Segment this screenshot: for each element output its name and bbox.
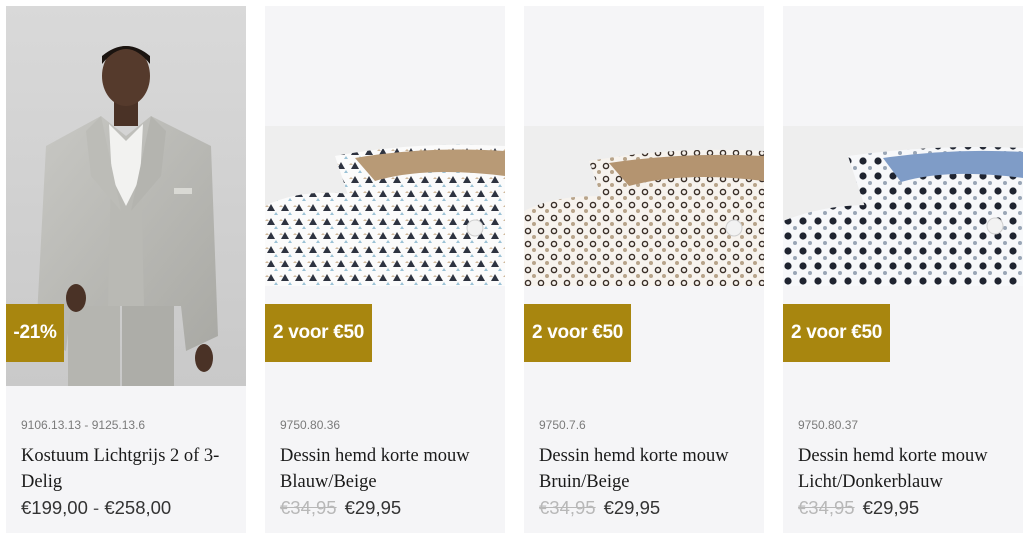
old-price: €34,95 (280, 497, 337, 518)
old-price: €34,95 (539, 497, 596, 518)
product-price: €199,00 - €258,00 (21, 497, 171, 519)
promo-badge: 2 voor €50 (524, 304, 631, 362)
product-card[interactable]: -21% 9106.13.13 - 9125.13.6 Kostuum Lich… (6, 6, 246, 533)
product-card[interactable]: 2 voor €50 9750.7.6 Dessin hemd korte mo… (524, 6, 764, 533)
price-from: €199,00 (21, 497, 88, 518)
price-separator: - (87, 497, 105, 518)
discount-badge: -21% (6, 304, 64, 362)
product-grid: -21% 9106.13.13 - 9125.13.6 Kostuum Lich… (0, 0, 1035, 560)
old-price: €34,95 (798, 497, 855, 518)
sale-price: €29,95 (862, 497, 920, 518)
product-price: €34,95 €29,95 (798, 497, 919, 519)
price-to: €258,00 (104, 497, 172, 518)
product-card[interactable]: 2 voor €50 9750.80.36 Dessin hemd korte … (265, 6, 505, 533)
promo-badge: 2 voor €50 (783, 304, 890, 362)
sale-price: €29,95 (603, 497, 661, 518)
product-sku: 9750.80.36 (280, 418, 341, 432)
product-sku: 9106.13.13 - 9125.13.6 (21, 418, 146, 432)
product-card[interactable]: 2 voor €50 9750.80.37 Dessin hemd korte … (783, 6, 1023, 533)
product-price: €34,95 €29,95 (539, 497, 660, 519)
product-title[interactable]: Kostuum Lichtgrijs 2 of 3-Delig (21, 443, 241, 495)
product-price: €34,95 €29,95 (280, 497, 401, 519)
product-title[interactable]: Dessin hemd korte mouw Licht/Donkerblauw (798, 443, 1018, 495)
product-title[interactable]: Dessin hemd korte mouw Bruin/Beige (539, 443, 759, 495)
product-sku: 9750.7.6 (539, 418, 586, 432)
product-title[interactable]: Dessin hemd korte mouw Blauw/Beige (280, 443, 500, 495)
promo-badge: 2 voor €50 (265, 304, 372, 362)
product-sku: 9750.80.37 (798, 418, 859, 432)
sale-price: €29,95 (344, 497, 402, 518)
